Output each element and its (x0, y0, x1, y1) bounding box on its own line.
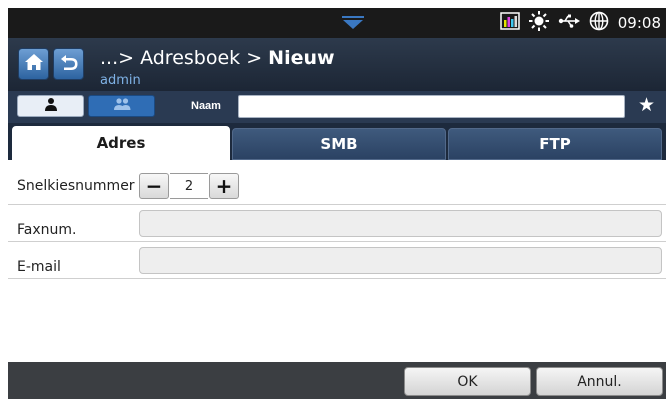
user-label: admin (100, 73, 141, 88)
tab-bar: Adres SMB FTP (8, 123, 666, 160)
email-label: E-mail (17, 259, 61, 275)
usb-icon (558, 13, 580, 34)
home-button[interactable] (18, 48, 49, 80)
single-contact-toggle[interactable] (17, 95, 84, 117)
favorite-star-icon[interactable]: ★ (638, 94, 655, 116)
header: ...> Adresboek > Nieuw admin (8, 38, 666, 91)
increment-button[interactable]: + (209, 173, 239, 199)
network-icon (589, 11, 609, 36)
tab-adres[interactable]: Adres (12, 126, 230, 160)
tab-ftp[interactable]: FTP (448, 128, 662, 160)
bottom-action-bar: OK Annul. (8, 362, 666, 399)
ok-button[interactable]: OK (404, 367, 531, 396)
back-arrow-icon (59, 52, 79, 77)
breadcrumb-path: ...> Adresboek > (100, 47, 269, 69)
plus-icon: + (215, 174, 233, 198)
name-input[interactable] (238, 95, 625, 118)
home-icon (24, 53, 44, 76)
form-content: Snelkiesnummer − 2 + Faxnum. E-mail (8, 160, 666, 362)
back-button[interactable] (53, 48, 84, 80)
speed-dial-label: Snelkiesnummer (17, 178, 135, 194)
toner-level-icon (500, 11, 520, 35)
status-icons: 09:08 (500, 10, 661, 36)
speed-dial-value[interactable]: 2 (170, 173, 208, 199)
cancel-button[interactable]: Annul. (536, 367, 663, 396)
name-label: Naam (191, 100, 221, 112)
decrement-button[interactable]: − (139, 173, 169, 199)
tab-smb[interactable]: SMB (232, 128, 446, 160)
divider (8, 278, 666, 279)
group-contact-toggle[interactable] (88, 95, 155, 117)
page-title: Nieuw (268, 47, 335, 69)
fax-number-field[interactable] (139, 210, 662, 237)
group-icon (112, 97, 132, 116)
minus-icon: − (145, 174, 163, 198)
email-field[interactable] (139, 247, 662, 274)
fax-label: Faxnum. (17, 222, 77, 238)
divider (8, 204, 666, 205)
name-row: Naam ★ (8, 91, 666, 123)
breadcrumb: ...> Adresboek > Nieuw (100, 47, 335, 69)
brightness-icon (528, 10, 549, 36)
dropdown-arrow-icon[interactable] (342, 16, 364, 35)
person-icon (44, 97, 58, 116)
status-bar: 09:08 (8, 8, 666, 38)
status-time: 09:08 (617, 14, 661, 32)
divider (8, 241, 666, 242)
